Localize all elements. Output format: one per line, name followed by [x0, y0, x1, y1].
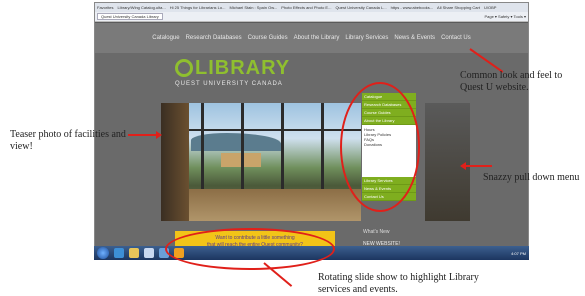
- logo-word: LIBRARY: [195, 57, 291, 79]
- folder-icon[interactable]: [129, 248, 139, 258]
- clock[interactable]: 4:07 PM: [511, 251, 526, 256]
- callout-teaser-photo: Teaser photo of facilities and view!: [10, 129, 126, 152]
- favorites-bar: Favorites Library/Wing Catalog.ulta... H…: [95, 3, 528, 12]
- nav-about-library[interactable]: About the Library: [294, 35, 340, 41]
- favorites-item[interactable]: Hi 25 Things for Librarians Lo...: [170, 5, 226, 10]
- favorites-item[interactable]: All Share Shopping Cart: [437, 5, 480, 10]
- start-button-icon[interactable]: [97, 247, 109, 259]
- browser-tab[interactable]: Quest University Canada Library: [97, 13, 163, 20]
- nav-contact-us[interactable]: Contact Us: [441, 35, 471, 41]
- favorites-item[interactable]: Photo Effects and Photo E...: [281, 5, 331, 10]
- favorites-item[interactable]: Favorites: [97, 5, 113, 10]
- window-icon[interactable]: [144, 248, 154, 258]
- callout-common-look: Common look and feel to Quest U website.: [460, 70, 563, 93]
- nav-research-databases[interactable]: Research Databases: [186, 35, 242, 41]
- arrowhead-icon: [156, 131, 162, 139]
- whats-new-heading: What's New: [363, 229, 390, 235]
- teaser-photo: [161, 103, 361, 221]
- nav-news-events[interactable]: News & Events: [394, 35, 435, 41]
- window-mullion: [321, 103, 324, 189]
- window-transom: [189, 129, 361, 131]
- banner-highlight-ring: [165, 228, 335, 270]
- nav-course-guides[interactable]: Course Guides: [248, 35, 288, 41]
- library-logo[interactable]: LIBRARY QUEST UNIVERSITY CANADA: [175, 57, 305, 91]
- favorites-item[interactable]: https - www.abebooks...: [391, 5, 433, 10]
- favorites-item[interactable]: U/OBP: [484, 5, 496, 10]
- nav-catalogue[interactable]: Catalogue: [152, 35, 179, 41]
- menu-highlight-ring: [340, 82, 420, 212]
- photo-wall: [161, 103, 189, 221]
- logo-subtitle: QUEST UNIVERSITY CANADA: [175, 81, 283, 87]
- nav-library-services[interactable]: Library Services: [345, 35, 388, 41]
- favorites-item[interactable]: Library/Wing Catalog.ulta...: [117, 5, 165, 10]
- window-mullion: [201, 103, 204, 189]
- command-bar[interactable]: Page ▾ Safety ▾ Tools ▾: [484, 14, 526, 19]
- ie-icon[interactable]: [114, 248, 124, 258]
- photo-floor: [161, 189, 361, 221]
- arrow-right: [464, 165, 492, 167]
- favorites-item[interactable]: Michael Stain : Spain Ow...: [229, 5, 277, 10]
- arrowhead-icon: [460, 162, 466, 170]
- callout-slideshow: Rotating slide show to highlight Library…: [318, 272, 479, 295]
- photo-mountain: [191, 133, 281, 151]
- site-nav: Catalogue Research Databases Course Guid…: [95, 23, 528, 53]
- window-mullion: [281, 103, 284, 189]
- logo-q-icon: [175, 59, 193, 77]
- arrow-left: [128, 134, 158, 136]
- callout-pull-down: Snazzy pull down menu: [483, 172, 580, 183]
- favorites-item[interactable]: Quest University Canada L...: [335, 5, 386, 10]
- tab-bar: Quest University Canada Library Page ▾ S…: [95, 12, 528, 22]
- window-mullion: [241, 103, 244, 189]
